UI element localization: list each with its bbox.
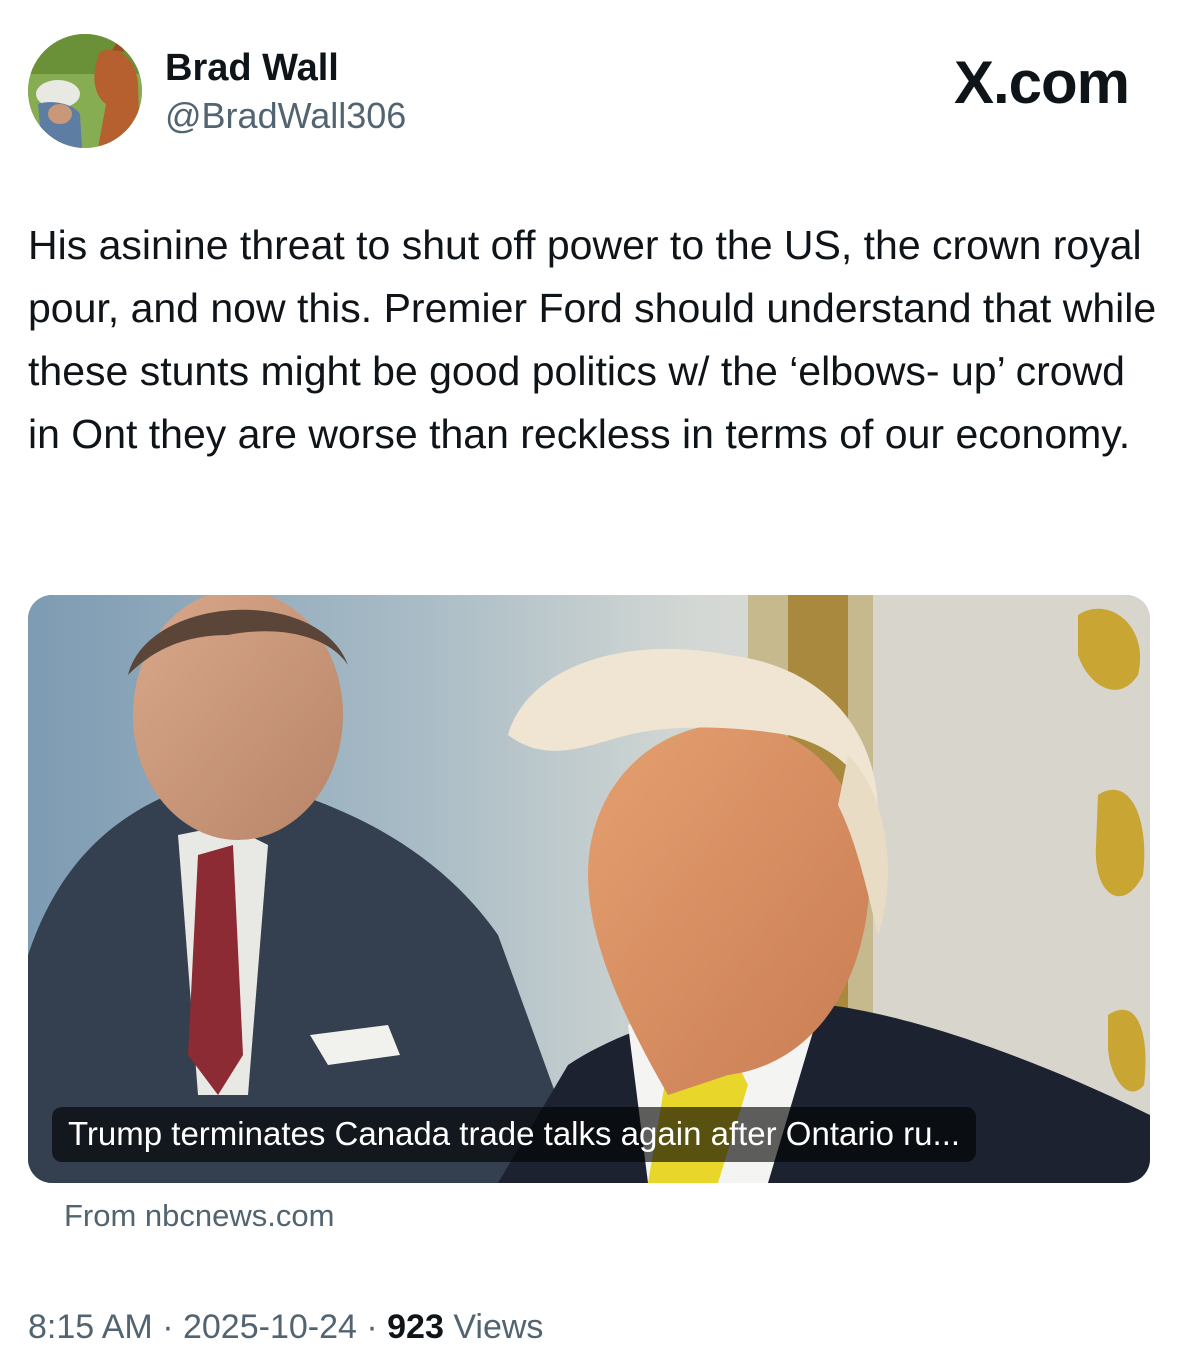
link-preview-card[interactable]: Trump terminates Canada trade talks agai… [28,595,1150,1183]
tweet-text: His asinine threat to shut off power to … [28,222,1157,457]
author-avatar[interactable] [28,34,142,148]
views-count: 923 [387,1308,444,1346]
avatar-photo [28,34,142,148]
meta-separator: · [366,1308,378,1346]
x-logo: X.com [953,49,1130,116]
card-source[interactable]: From nbcnews.com [64,1196,334,1236]
tweet-time[interactable]: 8:15 AM [28,1308,153,1346]
author-handle[interactable]: @BradWall306 [165,94,406,138]
meta-separator: · [162,1308,174,1346]
news-photo [28,595,1150,1183]
card-headline[interactable]: Trump terminates Canada trade talks agai… [52,1107,977,1162]
author-name[interactable]: Brad Wall [165,46,339,90]
views-label: Views [453,1308,544,1346]
tweet-date[interactable]: 2025-10-24 [183,1308,357,1346]
tweet-meta: 8:15 AM · 2025-10-24 · 923 Views [28,1305,543,1349]
